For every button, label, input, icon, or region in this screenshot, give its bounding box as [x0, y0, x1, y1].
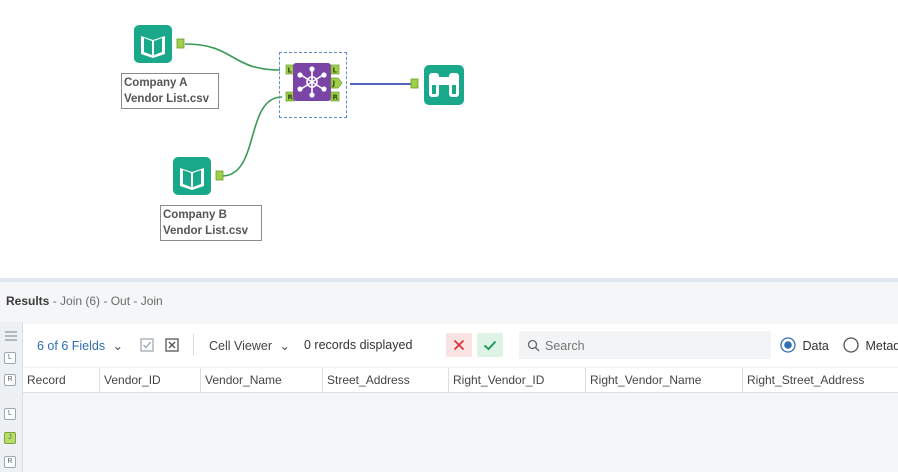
- radio-selected-icon: [780, 337, 796, 353]
- svg-text:R: R: [333, 94, 339, 102]
- toolbar-separator: [193, 334, 194, 356]
- anchor-r-icon[interactable]: R: [4, 374, 16, 386]
- join-tool[interactable]: L R L J R: [279, 52, 347, 118]
- records-count: 0 records displayed: [304, 338, 413, 352]
- tool-caption-company-a: Company A Vendor List.csv: [121, 73, 219, 109]
- anchor-l-icon[interactable]: L: [4, 352, 16, 364]
- view-metadata-radio[interactable]: Metadata: [843, 337, 898, 353]
- view-data-label: Data: [802, 339, 829, 353]
- svg-text:R: R: [288, 94, 294, 102]
- tool-caption-company-b: Company B Vendor List.csv: [160, 205, 262, 241]
- search-input[interactable]: [543, 335, 767, 357]
- column-header-vendor-id[interactable]: Vendor_ID: [100, 368, 201, 392]
- deselect-icon[interactable]: [165, 338, 179, 352]
- column-header-vendor-name[interactable]: Vendor_Name: [201, 368, 323, 392]
- svg-text:L: L: [333, 67, 338, 75]
- check-icon: [483, 340, 497, 351]
- results-pane: Results - Join (6) - Out - Join L R L J …: [0, 282, 898, 472]
- workflow-canvas[interactable]: Company A Vendor List.csv Company B Vend…: [0, 0, 898, 278]
- radio-unselected-icon: [843, 337, 859, 353]
- svg-text:L: L: [288, 67, 293, 75]
- wire-company-a-to-join-left: [184, 43, 281, 71]
- join-icon: L R L J R: [285, 63, 343, 102]
- input-tool-company-b[interactable]: [172, 156, 226, 198]
- anchor-side-strip: L R L J R: [0, 322, 23, 472]
- anchor-r-icon[interactable]: R: [4, 456, 16, 468]
- svg-text:J: J: [332, 80, 336, 88]
- cell-viewer-dropdown[interactable]: Cell Viewer ⌄: [209, 338, 290, 353]
- fields-dropdown[interactable]: 6 of 6 Fields ⌄: [37, 338, 123, 353]
- binoculars-icon: [410, 65, 464, 105]
- results-title-path: - Join (6) - Out - Join: [49, 294, 163, 308]
- list-icon[interactable]: [4, 330, 18, 342]
- cell-viewer-label: Cell Viewer: [209, 339, 272, 353]
- results-grid[interactable]: Record Vendor_ID Vendor_Name Street_Addr…: [23, 368, 898, 472]
- column-header-right-street-address[interactable]: Right_Street_Address: [743, 368, 898, 392]
- chevron-down-icon: ⌄: [112, 339, 124, 353]
- book-icon: [173, 157, 224, 195]
- column-header-right-vendor-id[interactable]: Right_Vendor_ID: [449, 368, 586, 392]
- anchor-l-icon[interactable]: L: [4, 408, 16, 420]
- column-header-record[interactable]: Record: [23, 368, 100, 392]
- checkbox-icon[interactable]: [140, 338, 154, 352]
- search-icon: [527, 339, 540, 352]
- close-icon: [453, 339, 465, 351]
- view-data-radio[interactable]: Data: [780, 337, 829, 353]
- book-icon: [134, 25, 185, 63]
- search-box[interactable]: [519, 331, 771, 359]
- results-toolbar: 6 of 6 Fields ⌄ Cell Viewer ⌄ 0 records …: [23, 324, 898, 366]
- column-header-street-address[interactable]: Street_Address: [323, 368, 449, 392]
- view-metadata-label: Metadata: [865, 339, 898, 353]
- apply-button[interactable]: [477, 333, 503, 357]
- input-tool-company-a[interactable]: [133, 24, 187, 66]
- wire-company-b-to-join-right: [221, 96, 283, 177]
- column-header-right-vendor-name[interactable]: Right_Vendor_Name: [586, 368, 743, 392]
- fields-label: 6 of 6 Fields: [37, 339, 106, 353]
- results-title-bold: Results: [6, 294, 50, 308]
- cancel-button[interactable]: [446, 333, 472, 357]
- browse-tool[interactable]: [410, 63, 466, 107]
- chevron-down-icon: ⌄: [279, 339, 290, 353]
- results-title: Results - Join (6) - Out - Join: [6, 294, 163, 308]
- grid-header: Record Vendor_ID Vendor_Name Street_Addr…: [23, 368, 898, 393]
- anchor-j-icon[interactable]: J: [4, 432, 16, 444]
